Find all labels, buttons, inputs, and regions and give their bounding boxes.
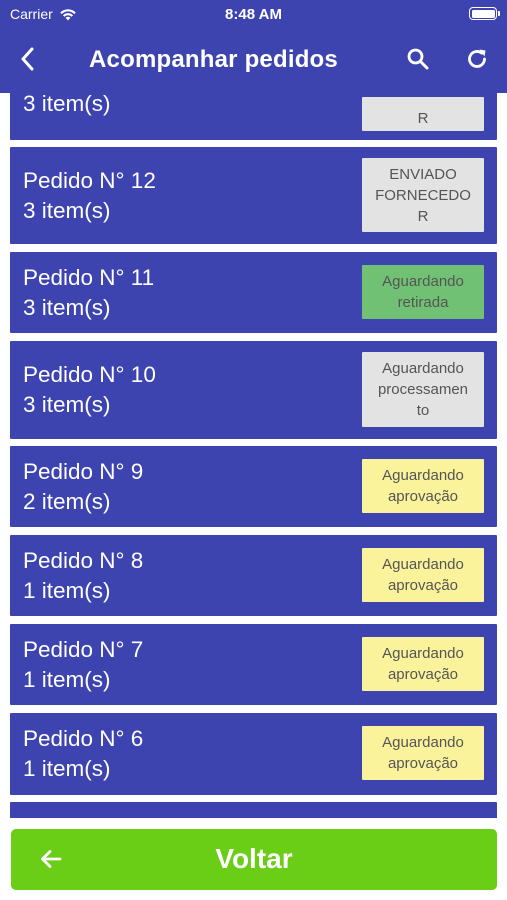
order-status-badge: Aguardando aprovação — [362, 726, 484, 780]
status-line: Aguardando — [382, 645, 464, 662]
search-button[interactable] — [400, 41, 436, 77]
voltar-label: Voltar — [215, 843, 293, 874]
search-icon — [407, 48, 429, 70]
order-status-badge: Aguardando aprovação — [362, 459, 484, 513]
order-status-badge: ENVIADO FORNECEDO R — [362, 158, 484, 232]
order-items-count: 3 item(s) — [23, 392, 111, 417]
order-title: Pedido N° 10 — [23, 362, 156, 387]
order-card[interactable]: Pedido N° 9 2 item(s) Aguardando aprovaç… — [10, 446, 497, 527]
voltar-button[interactable]: Voltar — [11, 829, 497, 890]
header: Carrier 8:48 AM Acompanhar pedidos — [0, 0, 507, 93]
order-status-badge: Aguardando aprovação — [362, 548, 484, 602]
status-line: retirada — [397, 294, 449, 311]
order-items-count: 3 item(s) — [23, 93, 111, 116]
order-card[interactable]: Pedido N° 8 1 item(s) Aguardando aprovaç… — [10, 535, 497, 616]
status-line: Aguardando — [382, 556, 464, 573]
footer: Voltar — [0, 818, 507, 900]
order-card[interactable]: Pedido N° 11 3 item(s) Aguardando retira… — [10, 252, 497, 333]
status-line: FORNECEDO — [375, 186, 471, 204]
order-title: Pedido N° 7 — [23, 637, 144, 662]
order-card[interactable]: Pedido N° 6 1 item(s) Aguardando aprovaç… — [10, 713, 497, 795]
status-line: processamen — [377, 381, 469, 398]
order-title: Pedido N° 6 — [23, 726, 144, 751]
order-status-badge: Aguardando aprovação — [362, 637, 484, 691]
order-status-badge: Aguardando processamen to — [362, 352, 484, 427]
order-items-count: 3 item(s) — [23, 295, 111, 320]
order-card[interactable]: Pedido N° 7 1 item(s) Aguardando aprovaç… — [10, 624, 497, 705]
order-items-count: 1 item(s) — [23, 578, 111, 603]
status-line: aprovação — [387, 488, 459, 505]
orders-list[interactable]: 3 item(s) R Pedido N° 12 3 item(s) ENVIA… — [0, 93, 507, 818]
order-items-count: 1 item(s) — [23, 667, 111, 692]
status-line: R — [417, 207, 429, 225]
status-bar: Carrier 8:48 AM — [0, 0, 507, 28]
status-line: aprovação — [387, 577, 459, 594]
order-status-badge: Aguardando retirada — [362, 265, 484, 319]
order-items-count: 3 item(s) — [23, 198, 111, 223]
battery-icon — [469, 7, 500, 20]
app-screen: Carrier 8:48 AM Acompanhar pedidos 3 ite… — [0, 0, 507, 900]
order-status-badge: R — [362, 97, 484, 131]
order-card[interactable]: Pedido N° 12 3 item(s) ENVIADO FORNECEDO… — [10, 147, 497, 244]
status-line: Aguardando — [382, 467, 464, 484]
order-items-count: 1 item(s) — [23, 756, 111, 781]
refresh-icon — [468, 49, 486, 68]
refresh-button[interactable] — [459, 41, 495, 77]
status-line: Aguardando — [382, 273, 464, 290]
status-line: to — [416, 402, 430, 419]
order-card[interactable]: 3 item(s) R — [10, 93, 497, 140]
order-card[interactable] — [10, 802, 497, 818]
status-line: Aguardando — [382, 734, 464, 751]
back-chevron-icon — [21, 47, 34, 71]
status-line: aprovação — [387, 755, 459, 772]
status-line: R — [417, 109, 429, 127]
order-items-count: 2 item(s) — [23, 489, 111, 514]
order-title: Pedido N° 8 — [23, 548, 144, 573]
page-title: Acompanhar pedidos — [89, 46, 338, 73]
order-title: Pedido N° 12 — [23, 168, 156, 193]
status-time: 8:48 AM — [225, 6, 282, 23]
order-card[interactable]: Pedido N° 10 3 item(s) Aguardando proces… — [10, 341, 497, 439]
status-line: aprovação — [387, 666, 459, 683]
status-line: ENVIADO — [389, 165, 457, 183]
app-bar: Acompanhar pedidos — [0, 28, 507, 93]
order-title: Pedido N° 11 — [23, 265, 155, 290]
back-button[interactable] — [10, 41, 46, 77]
status-line: Aguardando — [382, 360, 464, 377]
order-title: Pedido N° 9 — [23, 459, 144, 484]
